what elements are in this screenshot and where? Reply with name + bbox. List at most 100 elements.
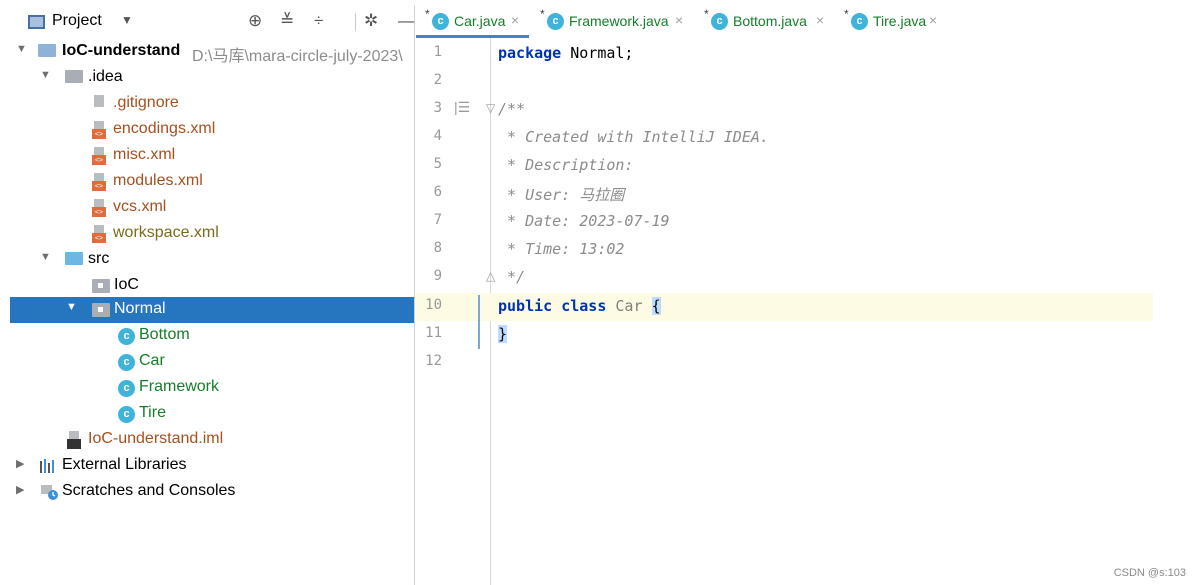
tab-car-java[interactable]: * c Car.java × — [416, 5, 529, 38]
tree-item-label: Car — [139, 352, 165, 369]
line-number: 2 — [433, 72, 442, 88]
close-icon[interactable]: × — [929, 12, 937, 28]
tree-item-package-normal[interactable]: ▼ Normal — [10, 297, 414, 323]
tree-item-root[interactable]: ▼ IoC-understand D:\马库\mara-circle-july-… — [10, 39, 414, 65]
line-number: 6 — [433, 184, 442, 200]
tab-bottom-java[interactable]: * c Bottom.java × — [695, 5, 833, 38]
code-line[interactable]: 8 * Time: 13:02 — [416, 236, 1153, 264]
tree-item-label: misc.xml — [113, 146, 176, 163]
tree-item-path: D:\马库\mara-circle-july-2023\ — [192, 48, 403, 65]
tree-item-class[interactable]: c Framework — [10, 375, 414, 401]
code-line[interactable]: 5 * Description: — [416, 152, 1153, 180]
line-number: 10 — [425, 297, 442, 313]
fold-icon[interactable]: ▽ — [486, 101, 495, 115]
code-line[interactable]: 9 △ */ — [416, 264, 1153, 292]
tree-item-class[interactable]: c Bottom — [10, 323, 414, 349]
tree-item-scratches[interactable]: ▶ Scratches and Consoles — [10, 479, 414, 505]
chevron-down-icon[interactable]: ▼ — [40, 251, 51, 263]
tree-item-package-ioc[interactable]: IoC — [10, 273, 414, 299]
tree-item-file[interactable]: <> encodings.xml — [10, 117, 414, 143]
code-text[interactable]: * User: 马拉圈 — [498, 184, 624, 205]
tree-item-label: encodings.xml — [113, 120, 216, 137]
code-line[interactable]: 12 — [416, 349, 1153, 377]
tab-tire-java[interactable]: * c Tire.java × — [835, 5, 947, 38]
tree-item-file[interactable]: <> vcs.xml — [10, 195, 414, 221]
tab-framework-java[interactable]: * c Framework.java × — [531, 5, 693, 38]
tree-item-class[interactable]: c Tire — [10, 401, 414, 427]
class-icon: c — [851, 13, 868, 30]
code-text[interactable]: package Normal; — [498, 44, 633, 62]
tree-item-file[interactable]: .gitignore — [10, 91, 414, 117]
chevron-down-icon[interactable]: ▼ — [66, 301, 77, 313]
project-panel-header: Project ▼ ⊕ ≚ ÷ ✲ — — [10, 5, 414, 38]
package-icon — [92, 303, 110, 317]
settings-gear-icon[interactable]: ✲ — [364, 10, 378, 32]
tree-item-external-libraries[interactable]: ▶ External Libraries — [10, 453, 414, 479]
code-text[interactable]: * Time: 13:02 — [498, 240, 624, 258]
tree-item-label: Normal — [114, 300, 166, 317]
line-number: 5 — [433, 156, 442, 172]
chevron-down-icon[interactable]: ▼ — [121, 13, 133, 27]
xml-file-icon: <> — [92, 121, 108, 140]
tab-label: Tire.java — [873, 13, 927, 29]
scope-indicator — [478, 295, 480, 349]
chevron-right-icon[interactable]: ▶ — [16, 483, 24, 496]
tree-item-label: vcs.xml — [113, 198, 167, 215]
code-text[interactable]: * Description: — [498, 156, 633, 174]
chevron-down-icon[interactable]: ▼ — [40, 69, 51, 81]
code-line[interactable]: 6 * User: 马拉圈 — [416, 180, 1153, 208]
modified-marker: * — [540, 7, 545, 21]
chevron-right-icon[interactable]: ▶ — [16, 457, 24, 470]
chevron-down-icon[interactable]: ▼ — [16, 43, 27, 55]
locate-icon[interactable]: ⊕ — [248, 10, 262, 32]
code-text[interactable]: * Date: 2023-07-19 — [498, 212, 670, 230]
close-icon[interactable]: × — [675, 12, 683, 28]
code-line[interactable]: 7 * Date: 2023-07-19 — [416, 208, 1153, 236]
code-line[interactable]: 4 * Created with IntelliJ IDEA. — [416, 124, 1153, 152]
modified-marker: * — [425, 7, 430, 21]
code-text[interactable]: public class Car { — [498, 297, 661, 315]
close-icon[interactable]: × — [816, 12, 824, 28]
close-icon[interactable]: × — [511, 12, 519, 28]
tab-label: Bottom.java — [733, 13, 807, 29]
tree-item-label: .gitignore — [113, 94, 179, 111]
tree-item-file[interactable]: <> misc.xml — [10, 143, 414, 169]
line-number: 4 — [433, 128, 442, 144]
code-text[interactable]: */ — [498, 268, 525, 286]
project-view-selector[interactable]: Project — [52, 12, 102, 30]
tree-item-label: workspace.xml — [113, 224, 219, 241]
tree-item-src[interactable]: ▼ src — [10, 247, 414, 273]
hide-panel-icon[interactable]: — — [398, 10, 414, 32]
project-panel: Project ▼ ⊕ ≚ ÷ ✲ — ▼ IoC-understand D:\… — [10, 5, 415, 585]
xml-file-icon: <> — [92, 147, 108, 166]
tree-item-file[interactable]: <> modules.xml — [10, 169, 414, 195]
line-number: 7 — [433, 212, 442, 228]
line-number: 9 — [433, 268, 442, 284]
code-line[interactable]: 3 |☰ ▽ /** — [416, 96, 1153, 124]
tree-item-file[interactable]: <> workspace.xml — [10, 221, 414, 247]
class-icon: c — [711, 13, 728, 30]
code-text[interactable]: } — [498, 325, 508, 343]
code-line[interactable]: 1 package Normal; — [416, 40, 1153, 68]
expand-all-icon[interactable]: ≚ — [280, 10, 294, 32]
tree-item-label: Tire — [139, 404, 166, 421]
tree-item-idea[interactable]: ▼ .idea — [10, 65, 414, 91]
code-line[interactable]: 11 } — [416, 321, 1153, 349]
tree-item-label: IoC-understand — [62, 42, 181, 59]
class-icon: c — [118, 406, 135, 423]
module-folder-icon — [38, 44, 56, 57]
class-icon: c — [547, 13, 564, 30]
code-line[interactable]: 2 — [416, 68, 1153, 96]
tree-item-class[interactable]: c Car — [10, 349, 414, 375]
module-file-icon — [67, 431, 83, 450]
code-text[interactable]: * Created with IntelliJ IDEA. — [498, 128, 769, 146]
render-doc-icon[interactable]: |☰ — [454, 99, 470, 116]
code-text[interactable]: /** — [498, 100, 525, 118]
xml-file-icon: <> — [92, 225, 108, 244]
collapse-all-icon[interactable]: ÷ — [314, 10, 323, 32]
tree-item-label: Framework — [139, 378, 220, 395]
fold-end-icon[interactable]: △ — [486, 269, 495, 283]
code-line-current[interactable]: 10 public class Car { — [416, 293, 1153, 321]
tree-item-iml[interactable]: IoC-understand.iml — [10, 427, 414, 453]
tree-item-label: Bottom — [139, 326, 190, 343]
